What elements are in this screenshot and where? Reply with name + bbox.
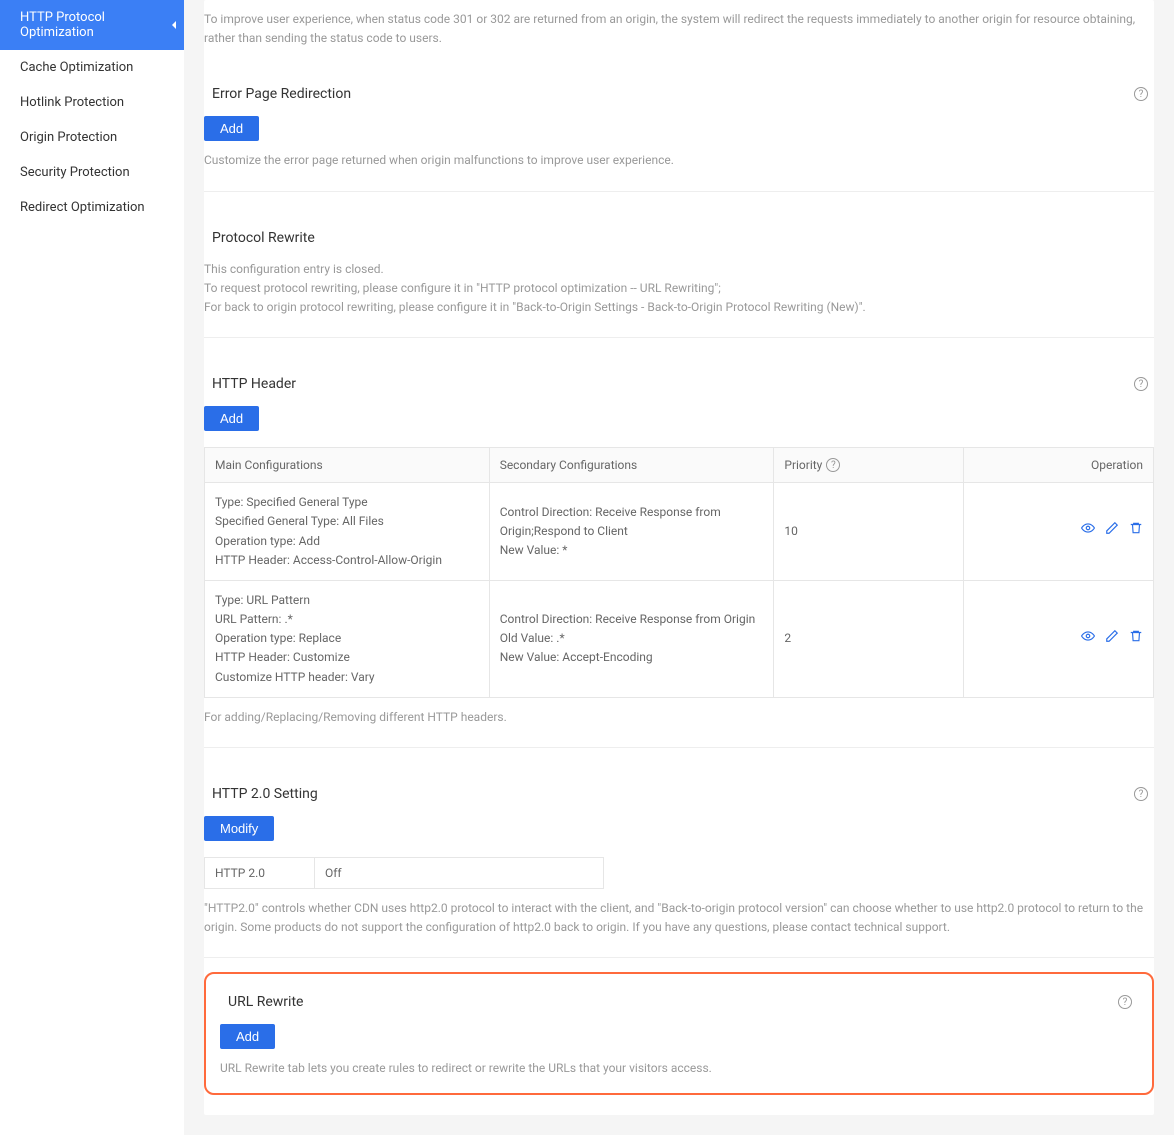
help-icon[interactable]: ? — [1118, 995, 1132, 1009]
section-title-http-header: HTTP Header — [212, 376, 296, 392]
delete-icon[interactable] — [1129, 521, 1143, 535]
section-title-url-rewrite: URL Rewrite — [228, 994, 303, 1010]
edit-icon[interactable] — [1105, 629, 1119, 643]
help-icon[interactable]: ? — [1134, 377, 1148, 391]
table-row: Type: Specified General TypeSpecified Ge… — [205, 483, 1154, 581]
section-url-rewrite: URL Rewrite ? Add URL Rewrite tab lets y… — [204, 957, 1154, 1114]
edit-icon[interactable] — [1105, 521, 1119, 535]
http2-table: HTTP 2.0 Off — [204, 857, 604, 889]
error-page-desc: Customize the error page returned when o… — [204, 151, 1154, 170]
cell-operation — [964, 483, 1154, 581]
cell-secondary: Control Direction: Receive Response from… — [489, 580, 774, 697]
th-secondary: Secondary Configurations — [489, 448, 774, 483]
modify-button-http2[interactable]: Modify — [204, 816, 274, 841]
http2-desc: "HTTP2.0" controls whether CDN uses http… — [204, 899, 1154, 937]
cell-secondary: Control Direction: Receive Response from… — [489, 483, 774, 581]
table-row: Type: URL PatternURL Pattern: .*Operatio… — [205, 580, 1154, 697]
main-content: To improve user experience, when status … — [184, 0, 1174, 1135]
sidebar-item-http-protocol[interactable]: HTTP Protocol Optimization — [0, 0, 184, 50]
add-button-error-page[interactable]: Add — [204, 116, 259, 141]
th-priority: Priority? — [774, 448, 964, 483]
sidebar-item-hotlink[interactable]: Hotlink Protection — [0, 85, 184, 120]
section-protocol-rewrite: Protocol Rewrite This configuration entr… — [204, 191, 1154, 338]
section-title-protocol-rewrite: Protocol Rewrite — [212, 230, 315, 246]
section-http2: HTTP 2.0 Setting ? Modify HTTP 2.0 Off "… — [204, 747, 1154, 957]
help-icon[interactable]: ? — [826, 458, 840, 472]
cell-operation — [964, 580, 1154, 697]
sidebar-item-security[interactable]: Security Protection — [0, 155, 184, 190]
help-icon[interactable]: ? — [1134, 787, 1148, 801]
cell-priority: 10 — [774, 483, 964, 581]
section-http-header: HTTP Header ? Add Main Configurations Se… — [204, 337, 1154, 747]
http2-label: HTTP 2.0 — [205, 858, 315, 889]
add-button-http-header[interactable]: Add — [204, 406, 259, 431]
view-icon[interactable] — [1081, 629, 1095, 643]
help-icon[interactable]: ? — [1134, 87, 1148, 101]
protocol-rewrite-desc: This configuration entry is closed. To r… — [204, 260, 1154, 318]
th-operation: Operation — [964, 448, 1154, 483]
sidebar-item-origin[interactable]: Origin Protection — [0, 120, 184, 155]
add-button-url-rewrite[interactable]: Add — [220, 1024, 275, 1049]
section-error-page: Error Page Redirection ? Add Customize t… — [204, 68, 1154, 190]
url-rewrite-desc: URL Rewrite tab lets you create rules to… — [220, 1059, 1138, 1078]
http2-value: Off — [315, 858, 604, 889]
intro-description: To improve user experience, when status … — [204, 0, 1154, 68]
sidebar-item-redirect[interactable]: Redirect Optimization — [0, 190, 184, 225]
th-main: Main Configurations — [205, 448, 490, 483]
url-rewrite-highlight: URL Rewrite ? Add URL Rewrite tab lets y… — [204, 972, 1154, 1094]
cell-main: Type: URL PatternURL Pattern: .*Operatio… — [205, 580, 490, 697]
cell-main: Type: Specified General TypeSpecified Ge… — [205, 483, 490, 581]
section-title-error-page: Error Page Redirection — [212, 86, 351, 102]
cell-priority: 2 — [774, 580, 964, 697]
http-header-table: Main Configurations Secondary Configurat… — [204, 447, 1154, 698]
sidebar: HTTP Protocol Optimization Cache Optimiz… — [0, 0, 184, 1135]
delete-icon[interactable] — [1129, 629, 1143, 643]
http-header-footer: For adding/Replacing/Removing different … — [204, 708, 1154, 727]
view-icon[interactable] — [1081, 521, 1095, 535]
sidebar-item-cache[interactable]: Cache Optimization — [0, 50, 184, 85]
section-title-http2: HTTP 2.0 Setting — [212, 786, 318, 802]
